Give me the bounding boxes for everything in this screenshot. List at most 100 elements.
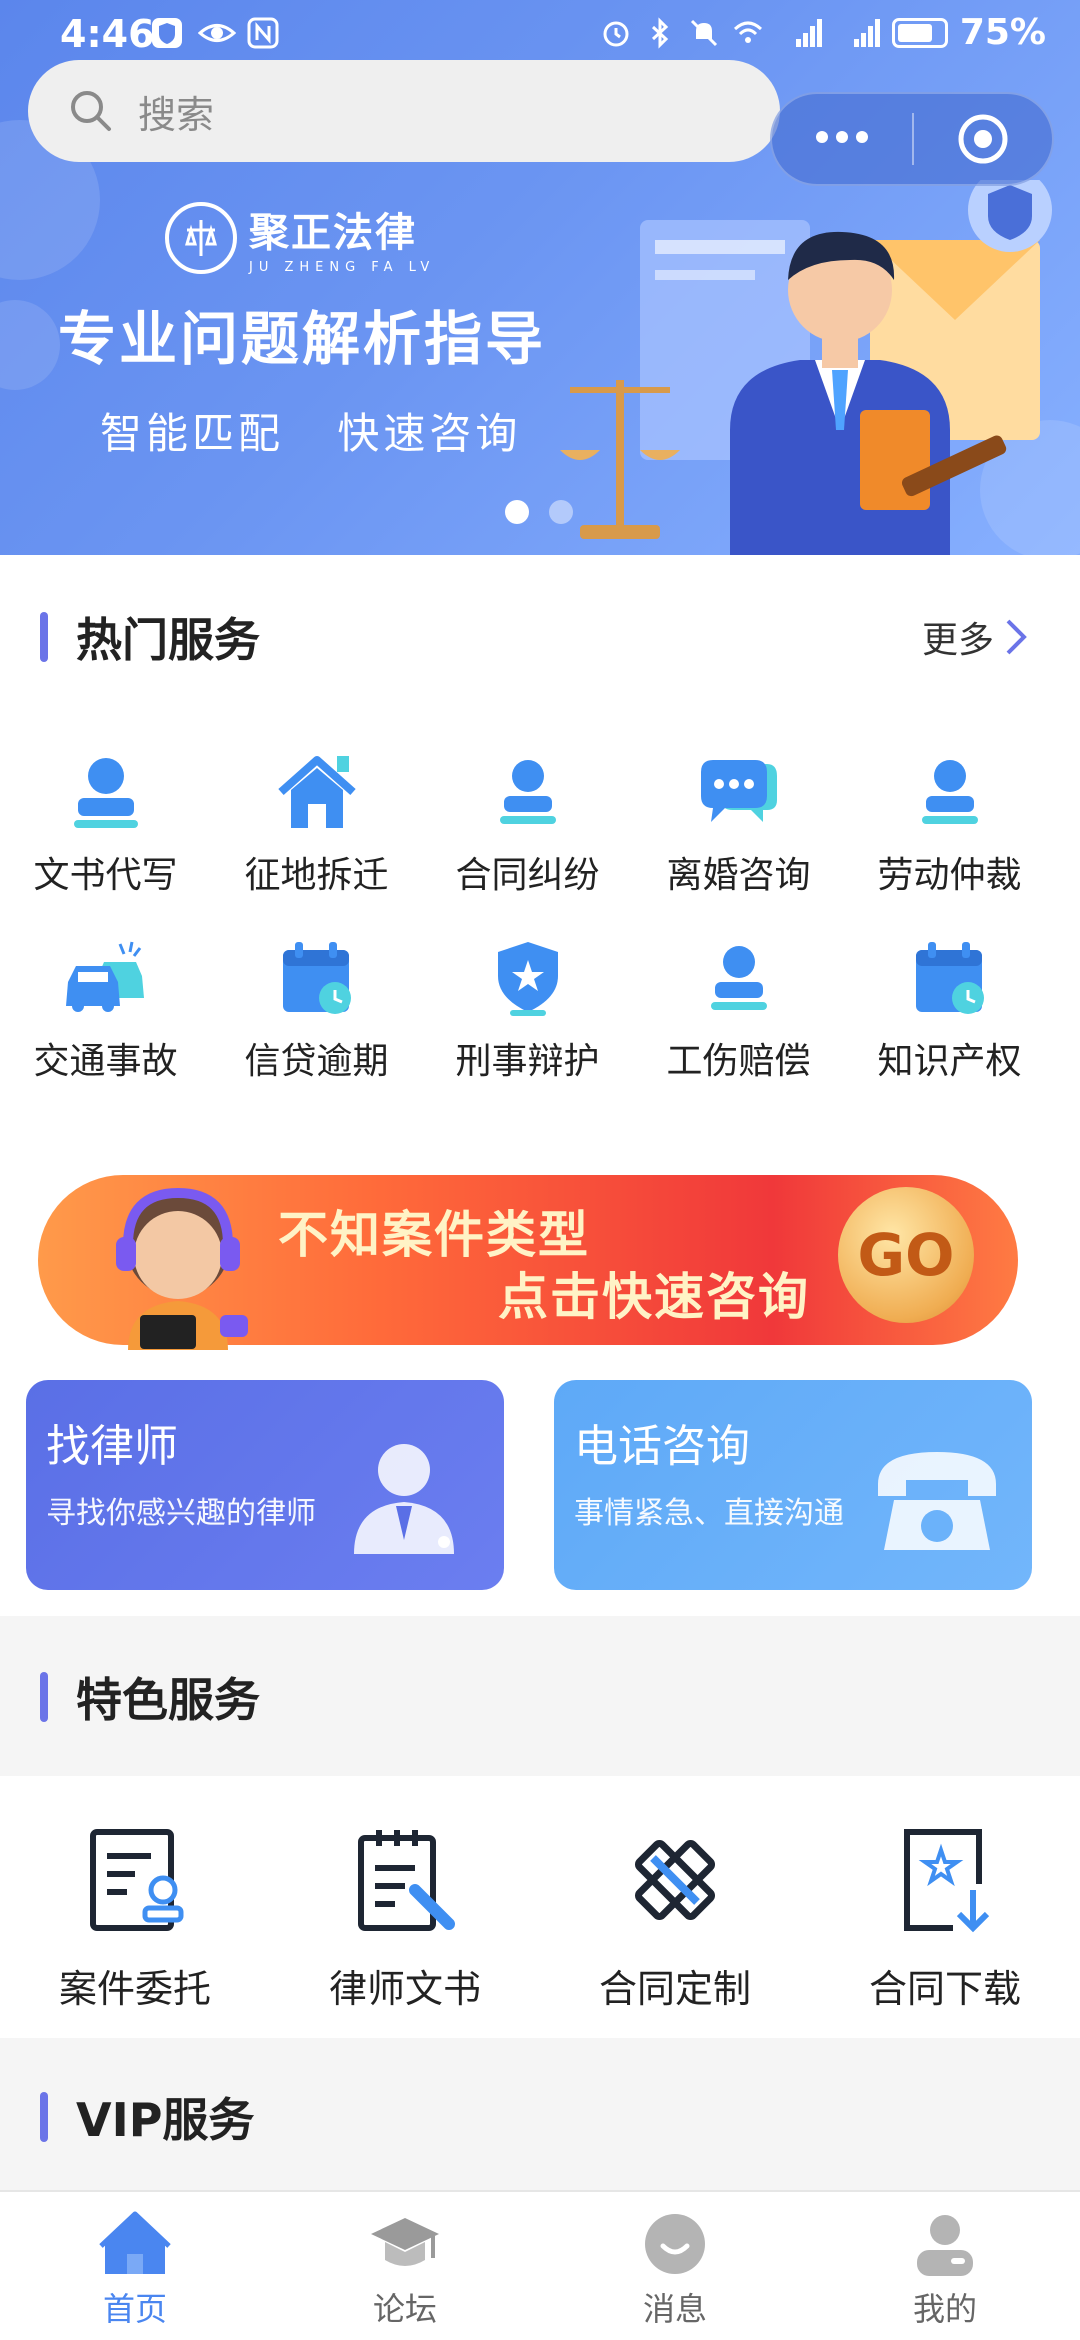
featured-item-lawyer-documents[interactable]: 律师文书 bbox=[270, 1776, 540, 2038]
battery-icon bbox=[891, 17, 948, 48]
signal-4g-icon-2 bbox=[853, 18, 880, 47]
tab-profile[interactable]: 我的 bbox=[810, 2192, 1080, 2340]
service-item-traffic-accident[interactable]: 交通事故 bbox=[0, 906, 211, 1092]
service-item-document-drafting[interactable]: 文书代写 bbox=[0, 720, 211, 906]
featured-item-contract-custom[interactable]: 合同定制 bbox=[540, 1776, 810, 2038]
telephone-icon bbox=[878, 1452, 996, 1550]
service-item-work-injury[interactable]: 工伤赔偿 bbox=[633, 906, 844, 1092]
featured-label: 律师文书 bbox=[328, 1967, 481, 2011]
service-item-credit-overdue[interactable]: 信贷逾期 bbox=[211, 906, 422, 1092]
more-label: 更多 bbox=[921, 620, 994, 661]
tab-label: 消息 bbox=[642, 2290, 707, 2328]
featured-label: 合同下载 bbox=[868, 1967, 1021, 2011]
tab-home[interactable]: 首页 bbox=[0, 2192, 270, 2340]
featured-label: 案件委托 bbox=[58, 1967, 211, 2011]
tab-messages[interactable]: 消息 bbox=[540, 2192, 810, 2340]
profile-icon bbox=[917, 2215, 973, 2276]
tab-label: 首页 bbox=[102, 2290, 167, 2328]
status-time: 4:46 bbox=[60, 12, 155, 56]
carousel-dots bbox=[505, 500, 573, 524]
tab-forum[interactable]: 论坛 bbox=[270, 2192, 540, 2340]
person-stamp-icon bbox=[73, 758, 138, 828]
miniapp-capsule bbox=[770, 92, 1054, 186]
banner-headline: 专业问题解析指导 bbox=[58, 305, 547, 373]
clipboard-pen-icon bbox=[358, 1830, 455, 1931]
go-button[interactable]: GO bbox=[838, 1187, 974, 1323]
document-person-icon bbox=[90, 1829, 184, 1931]
lawyer-illustration bbox=[560, 180, 1052, 555]
close-miniapp-button[interactable] bbox=[914, 112, 1052, 166]
more-menu-button[interactable] bbox=[772, 129, 912, 149]
featured-item-case-entrust[interactable]: 案件委托 bbox=[0, 1776, 270, 2038]
hot-services-header: 热门服务 更多 bbox=[0, 582, 1080, 692]
message-bubble-icon bbox=[645, 2214, 705, 2274]
hot-services-more-link[interactable]: 更多 bbox=[922, 611, 1028, 663]
carousel-dot-1[interactable] bbox=[505, 500, 529, 524]
service-item-land-demolition[interactable]: 征地拆迁 bbox=[211, 720, 422, 906]
section-accent-bar bbox=[40, 2092, 48, 2142]
home-icon bbox=[99, 2211, 171, 2274]
house-icon bbox=[277, 756, 356, 828]
service-label: 刑事辩护 bbox=[455, 1041, 600, 1082]
brand-pinyin: JU ZHENG FA LV bbox=[249, 260, 436, 275]
alarm-icon bbox=[603, 21, 629, 46]
tab-label: 论坛 bbox=[372, 2290, 437, 2328]
vip-services-title: VIP服务 bbox=[76, 2093, 255, 2147]
carousel-dot-2[interactable] bbox=[549, 500, 573, 524]
brand-name: 聚正法律 bbox=[249, 210, 417, 256]
quick-consult-banner[interactable]: 不知案件类型 点击快速咨询 GO bbox=[28, 1165, 1028, 1350]
service-item-labor-arbitration[interactable]: 劳动仲裁 bbox=[844, 720, 1055, 906]
lawyer-person-icon bbox=[354, 1444, 454, 1554]
service-label: 交通事故 bbox=[33, 1041, 178, 1082]
nfc-status-icon bbox=[246, 16, 280, 50]
banner-tagline: 智能匹配 快速咨询 bbox=[100, 400, 557, 461]
chevron-right-icon bbox=[1006, 619, 1027, 655]
featured-item-contract-download[interactable]: 合同下载 bbox=[810, 1776, 1080, 2038]
service-label: 合同纠纷 bbox=[455, 855, 600, 896]
service-label: 劳动仲裁 bbox=[877, 855, 1022, 896]
wifi-icon bbox=[733, 21, 762, 43]
section-accent-bar bbox=[40, 1672, 48, 1722]
service-label: 知识产权 bbox=[877, 1041, 1022, 1082]
service-item-contract-dispute[interactable]: 合同纠纷 bbox=[422, 720, 633, 906]
section-accent-bar bbox=[40, 612, 48, 662]
search-placeholder: 搜索 bbox=[138, 92, 215, 137]
find-lawyer-card[interactable]: 找律师 寻找你感兴趣的律师 bbox=[26, 1380, 504, 1590]
tab-label: 我的 bbox=[912, 2290, 977, 2328]
person-stamp-icon bbox=[921, 760, 978, 824]
chat-bubbles-icon bbox=[700, 760, 777, 822]
target-close-icon bbox=[958, 114, 1008, 164]
more-dots-icon bbox=[816, 131, 868, 143]
person-stamp-icon bbox=[710, 946, 767, 1010]
status-bar: 4:46 75% bbox=[0, 0, 1080, 80]
hot-services-grid: 文书代写 征地拆迁 合同纠纷 离婚咨询 劳动仲裁 交通事故 信贷逾期 刑事辩护 … bbox=[0, 720, 1080, 1092]
battery-level: 75% bbox=[959, 12, 1046, 53]
phone-consult-card[interactable]: 电话咨询 事情紧急、直接沟通 bbox=[554, 1380, 1032, 1590]
featured-services-header: 特色服务 bbox=[0, 1642, 1080, 1752]
search-icon bbox=[71, 91, 111, 131]
ruler-pencil-icon bbox=[634, 1839, 716, 1921]
service-item-divorce-consult[interactable]: 离婚咨询 bbox=[633, 720, 844, 906]
eye-status-icon bbox=[197, 16, 237, 50]
brand-emblem-icon bbox=[165, 201, 237, 274]
file-download-icon bbox=[904, 1829, 990, 1933]
vip-services-header: VIP服务 bbox=[0, 2062, 1080, 2172]
promo-line-2: 点击快速咨询 bbox=[498, 1268, 810, 1326]
service-label: 征地拆迁 bbox=[244, 855, 389, 896]
person-stamp-icon bbox=[499, 760, 556, 824]
service-label: 文书代写 bbox=[33, 855, 178, 896]
hot-services-title: 热门服务 bbox=[76, 613, 260, 667]
featured-services-row: 案件委托 律师文书 合同定制 合同下载 bbox=[0, 1776, 1080, 2038]
customer-service-avatar-icon bbox=[116, 1187, 248, 1350]
service-item-criminal-defense[interactable]: 刑事辩护 bbox=[422, 906, 633, 1092]
mute-bell-icon bbox=[690, 19, 717, 46]
calendar-clock-icon bbox=[915, 942, 984, 1014]
banner-tag-1: 智能匹配 bbox=[100, 409, 285, 458]
service-label: 离婚咨询 bbox=[666, 855, 811, 896]
cars-icon bbox=[65, 941, 144, 1012]
service-item-intellectual-property[interactable]: 知识产权 bbox=[844, 906, 1055, 1092]
app-screen: 聚正法律 JU ZHENG FA LV 专业问题解析指导 智能匹配 快速咨询 4… bbox=[0, 0, 1080, 2340]
brand-logo: 聚正法律 JU ZHENG FA LV bbox=[165, 200, 435, 275]
banner-tag-2: 快速咨询 bbox=[337, 409, 522, 458]
featured-label: 合同定制 bbox=[598, 1967, 751, 2011]
